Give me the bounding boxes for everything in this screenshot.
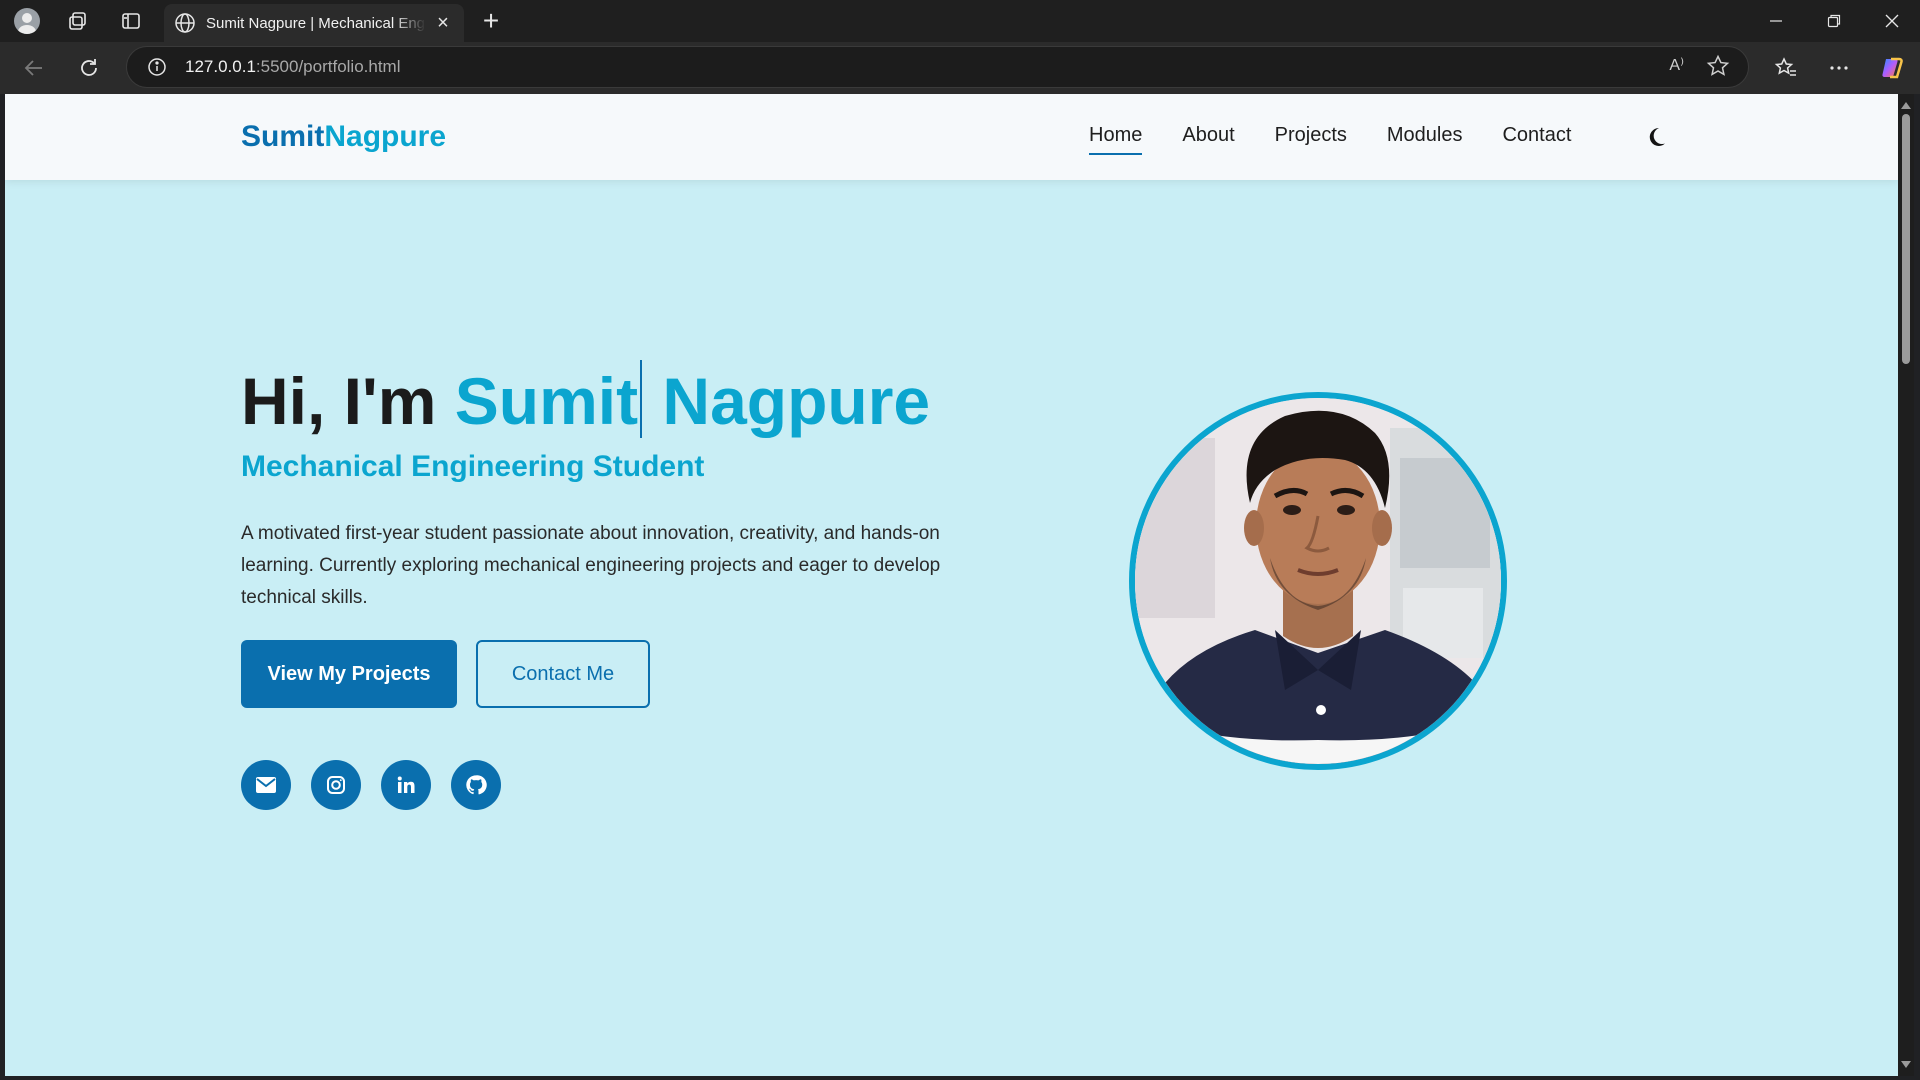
nav-link-contact[interactable]: Contact [1502,124,1571,155]
hero-heading: Hi, I'm Sumit Nagpure [241,360,930,439]
browser-titlebar: Sumit Nagpure | Mechanical Engineering S… [0,0,1920,42]
moon-icon[interactable] [1641,122,1671,152]
address-bar[interactable]: 127.0.0.1:5500/portfolio.html A⁾ [126,46,1749,88]
linkedin-icon[interactable] [381,760,431,810]
page-scrollbar[interactable] [1898,94,1914,1076]
site-info-icon[interactable] [145,55,169,79]
view-projects-button[interactable]: View My Projects [241,640,457,708]
more-options-icon[interactable] [1823,52,1855,84]
github-icon[interactable] [451,760,501,810]
minimize-button[interactable] [1747,0,1805,42]
favorite-star-icon[interactable] [1706,54,1732,80]
close-window-button[interactable] [1863,0,1920,42]
favorites-icon[interactable] [1770,52,1802,84]
hero-description: A motivated first-year student passionat… [241,523,941,608]
nav-link-about[interactable]: About [1182,124,1234,155]
restore-button[interactable] [1805,0,1863,42]
workspaces-icon[interactable] [63,6,93,36]
nav-link-home[interactable]: Home [1089,124,1143,155]
typing-caret [640,360,643,438]
profile-photo [1129,392,1507,770]
hero-subtitle: Mechanical Engineering Student [241,450,705,483]
main-nav: Home About Projects Modules Contact [1089,124,1571,155]
new-tab-button[interactable]: + [476,5,506,36]
page-viewport: SumitNagpure Home About Projects Modules… [5,94,1898,1076]
nav-link-modules[interactable]: Modules [1387,124,1463,155]
read-aloud-icon[interactable]: A⁾ [1669,55,1684,75]
tab-close-icon[interactable]: × [432,12,454,34]
nav-link-projects[interactable]: Projects [1275,124,1347,155]
envelope-icon[interactable] [241,760,291,810]
copilot-icon[interactable] [1876,52,1908,84]
browser-tab[interactable]: Sumit Nagpure | Mechanical Engineering S… [164,4,464,42]
tab-title: Sumit Nagpure | Mechanical Engineering S… [206,14,426,32]
scrollbar-thumb[interactable] [1902,114,1910,364]
social-links [241,760,501,810]
back-arrow-icon[interactable] [18,52,50,84]
site-logo[interactable]: SumitNagpure [241,120,446,154]
vertical-tabs-icon[interactable] [116,6,146,36]
url-text: 127.0.0.1:5500/portfolio.html [185,57,401,76]
scroll-down-arrow-icon[interactable] [1901,1061,1911,1068]
globe-icon [174,12,196,34]
instagram-icon[interactable] [311,760,361,810]
browser-toolbar: 127.0.0.1:5500/portfolio.html A⁾ [0,42,1920,94]
profile-avatar-icon[interactable] [12,6,42,36]
window-bottom-edge [0,1076,1920,1080]
reload-icon[interactable] [73,52,105,84]
site-header: SumitNagpure Home About Projects Modules… [5,94,1898,180]
scroll-up-arrow-icon[interactable] [1901,102,1911,109]
contact-me-button[interactable]: Contact Me [476,640,650,708]
